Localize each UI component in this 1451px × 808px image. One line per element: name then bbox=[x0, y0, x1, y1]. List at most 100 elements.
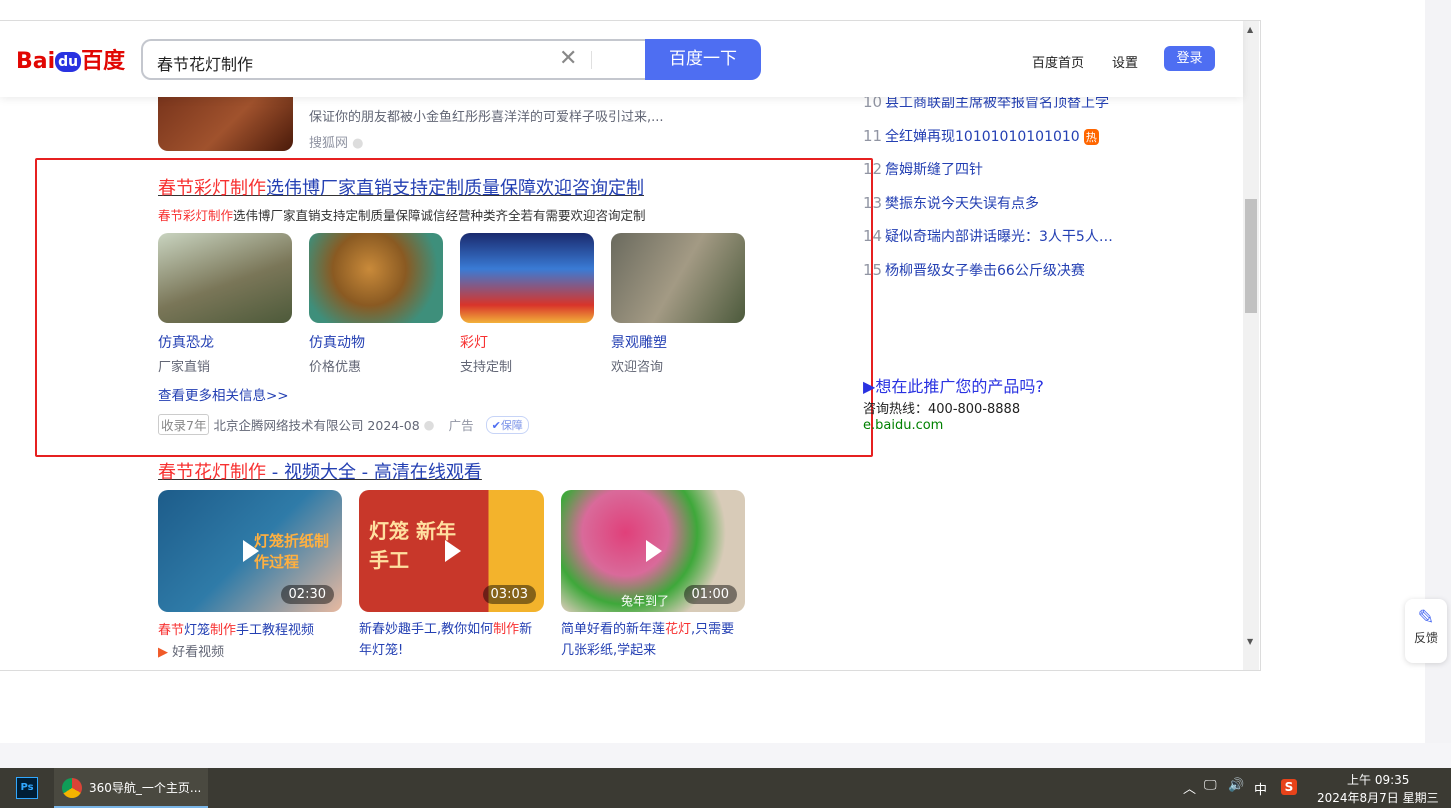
taskbar-app-label: 360导航_一个主页... bbox=[89, 781, 202, 795]
video-caption[interactable]: 简单好看的新年莲花灯,只需要几张彩纸,学起来 bbox=[561, 619, 747, 661]
baidu-home-link[interactable]: 百度首页 bbox=[1032, 52, 1084, 71]
clock-time[interactable]: 上午 09:35 bbox=[1347, 771, 1409, 788]
pencil-icon: ✎ bbox=[1417, 605, 1435, 629]
ad-desc-keyword: 春节彩灯制作 bbox=[158, 208, 234, 223]
caption-part: 手工教程视频 bbox=[236, 623, 315, 638]
ad-company: 北京企腾网络技术有限公司 2024-08 bbox=[213, 418, 420, 433]
indexed-years-badge: 收录7年 bbox=[158, 414, 210, 435]
ad-title-text: 选伟博厂家直销支持定制质量保障欢迎咨询定制 bbox=[266, 178, 644, 199]
caption-part: 花灯 bbox=[665, 622, 692, 637]
ad-image-dinosaur[interactable] bbox=[158, 233, 292, 323]
browser-page: Bai du 百度 春节花灯制作 ✕ 百度一下 百度首页 设置 登录 保证你的朋友都… bbox=[0, 20, 1261, 671]
shield-check-icon: ✔ bbox=[491, 418, 501, 432]
video-source-name: 好看视频 bbox=[172, 645, 225, 660]
video-source[interactable]: ▶ 好看视频 bbox=[158, 641, 224, 660]
hot-search-list: 10 县工商联副主席被举报冒名顶替上学 11 全红婵再现10101010101010… bbox=[863, 92, 1113, 293]
more-info-link[interactable]: 查看更多相关信息>> bbox=[158, 384, 289, 404]
dropdown-icon[interactable]: ● bbox=[424, 417, 435, 432]
promo-hotline: 咨询热线：400-800-8888 bbox=[863, 402, 1021, 417]
ad-item-name[interactable]: 彩灯 bbox=[460, 332, 488, 352]
ad-title-link[interactable]: 春节彩灯制作选伟博厂家直销支持定制质量保障欢迎咨询定制 bbox=[158, 174, 644, 200]
settings-link[interactable]: 设置 bbox=[1112, 52, 1138, 71]
clock-date[interactable]: 2024年8月7日 星期三 bbox=[1317, 789, 1439, 806]
video-result-title[interactable]: 春节花灯制作 - 视频大全 - 高清在线观看 bbox=[158, 458, 482, 484]
ad-item-name[interactable]: 景观雕塑 bbox=[611, 332, 667, 352]
login-button[interactable]: 登录 bbox=[1164, 46, 1215, 71]
video-caption[interactable]: 新春妙趣手工,教你如何制作新年灯笼! bbox=[359, 619, 545, 661]
hot-rank: 15 bbox=[863, 260, 883, 279]
ad-item-name[interactable]: 仿真动物 bbox=[309, 332, 365, 352]
play-icon[interactable] bbox=[646, 540, 662, 562]
ad-item-name[interactable]: 仿真恐龙 bbox=[158, 332, 214, 352]
play-icon[interactable] bbox=[243, 540, 259, 562]
result-snippet: 保证你的朋友都被小金鱼红彤彤喜洋洋的可爱样子吸引过来,... bbox=[309, 110, 664, 125]
search-header: Bai du 百度 春节花灯制作 ✕ 百度一下 百度首页 设置 登录 bbox=[0, 21, 1243, 97]
source-name: 搜狐网 bbox=[309, 136, 349, 151]
guarantee-badge[interactable]: ✔保障 bbox=[485, 415, 529, 434]
video-title-keyword: 春节花灯制作 bbox=[158, 462, 266, 483]
triangle-icon: ▶ bbox=[863, 377, 876, 396]
search-input[interactable]: 春节花灯制作 ✕ bbox=[141, 39, 647, 80]
hot-item[interactable]: 12 詹姆斯缝了四针 bbox=[863, 159, 1113, 193]
hot-text: 杨柳晋级女子拳击66公斤级决赛 bbox=[885, 262, 1085, 279]
scrollbar-thumb[interactable] bbox=[1245, 199, 1257, 313]
ad-label: 广告 bbox=[448, 418, 474, 433]
video-thumbnail[interactable]: 灯笼折纸制作过程 02:30 bbox=[158, 490, 342, 612]
guarantee-label: 保障 bbox=[500, 418, 523, 432]
ad-item-sub: 厂家直销 bbox=[158, 360, 211, 375]
caption-part: 制作 bbox=[210, 623, 237, 638]
hot-item[interactable]: 14 疑似奇瑞内部讲话曝光：3人干5人… bbox=[863, 226, 1113, 260]
video-thumbnail[interactable]: 灯笼 新年手工 03:03 bbox=[359, 490, 544, 612]
hot-badge: 热 bbox=[1083, 128, 1099, 145]
baidu-logo[interactable]: Bai du 百度 bbox=[16, 43, 125, 75]
ime-indicator[interactable]: 中 bbox=[1254, 779, 1267, 798]
hot-rank: 14 bbox=[863, 227, 883, 245]
caption-part: 新春妙趣手工,教你如何 bbox=[359, 622, 494, 637]
ad-title-keyword: 春节彩灯制作 bbox=[158, 178, 266, 199]
hot-text: 詹姆斯缝了四针 bbox=[885, 162, 983, 178]
hot-text: 疑似奇瑞内部讲话曝光：3人干5人… bbox=[885, 229, 1113, 245]
promo-url[interactable]: e.baidu.com bbox=[863, 418, 943, 433]
dropdown-icon[interactable]: ● bbox=[352, 136, 363, 151]
volume-icon[interactable]: 🔊 bbox=[1228, 778, 1244, 793]
hot-item[interactable]: 10 县工商联副主席被举报冒名顶替上学 bbox=[863, 92, 1113, 126]
feedback-button[interactable]: ✎ 反馈 bbox=[1405, 599, 1447, 663]
clear-icon[interactable]: ✕ bbox=[559, 46, 577, 71]
caption-part: 制作 bbox=[493, 622, 520, 637]
window-edge bbox=[0, 743, 1451, 768]
promo-title: 想在此推广您的产品吗? bbox=[875, 377, 1044, 396]
ad-item-sub: 价格优惠 bbox=[309, 360, 362, 375]
feedback-label: 反馈 bbox=[1413, 631, 1438, 645]
scroll-down-icon[interactable]: ▼ bbox=[1247, 637, 1253, 646]
search-button[interactable]: 百度一下 bbox=[645, 39, 761, 80]
thumbnail-overlay-text: 灯笼折纸制作过程 bbox=[254, 532, 330, 571]
scroll-up-icon[interactable]: ▲ bbox=[1247, 25, 1253, 34]
video-thumbnail[interactable]: 兔年到了 01:00 bbox=[561, 490, 745, 612]
taskbar-app-chrome[interactable]: 360导航_一个主页... bbox=[54, 768, 208, 808]
ad-image-lanterns[interactable] bbox=[460, 233, 594, 323]
ad-item-sub: 支持定制 bbox=[460, 360, 513, 375]
haokan-icon: ▶ bbox=[158, 645, 168, 660]
video-caption[interactable]: 春节灯笼制作手工教程视频 bbox=[158, 619, 342, 638]
scrollbar[interactable]: ▲ ▼ bbox=[1243, 21, 1259, 670]
play-icon[interactable] bbox=[444, 540, 461, 562]
promo-link[interactable]: ▶想在此推广您的产品吗? bbox=[863, 373, 1044, 397]
ad-image-sculpture[interactable] bbox=[611, 233, 745, 323]
video-duration: 03:03 bbox=[482, 585, 536, 604]
tray-chevron-icon[interactable]: ︿ bbox=[1183, 778, 1196, 797]
result-source[interactable]: 搜狐网 ● bbox=[309, 132, 364, 151]
thumbnail-overlay-text: 兔年到了 bbox=[621, 594, 670, 608]
ad-image-lion[interactable] bbox=[309, 233, 443, 323]
hot-item[interactable]: 15 杨柳晋级女子拳击66公斤级决赛 bbox=[863, 260, 1113, 294]
sogou-icon[interactable]: S bbox=[1281, 779, 1297, 795]
hot-item[interactable]: 11 全红婵再现10101010101010 热 bbox=[863, 126, 1113, 160]
hot-rank: 11 bbox=[863, 126, 883, 145]
hot-rank: 12 bbox=[863, 160, 883, 178]
ad-desc: 选伟博厂家直销支持定制质量保障诚信经营种类齐全若有需要欢迎咨询定制 bbox=[233, 208, 646, 223]
caption-part: 简单好看的新年莲 bbox=[561, 622, 666, 637]
taskbar: Ps 360导航_一个主页... ︿ 🖵 🔊 中 S 上午 09:35 2024… bbox=[0, 768, 1451, 808]
photoshop-icon[interactable]: Ps bbox=[16, 777, 38, 799]
network-icon[interactable]: 🖵 bbox=[1204, 778, 1217, 793]
video-title-text: - 视频大全 - 高清在线观看 bbox=[266, 462, 482, 483]
hot-item[interactable]: 13 樊振东说今天失误有点多 bbox=[863, 193, 1113, 227]
